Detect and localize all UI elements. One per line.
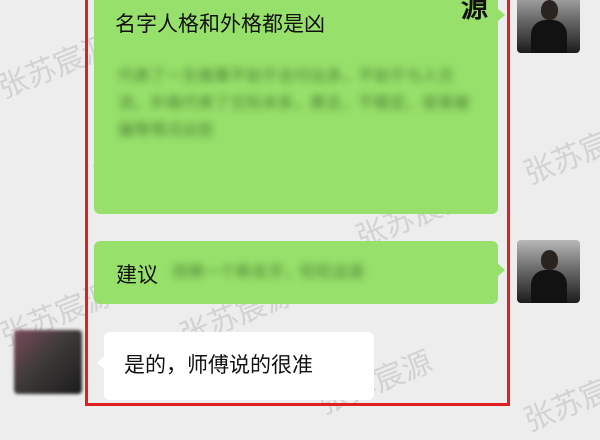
watermark: 张苏宸源 (519, 114, 600, 192)
message-bubble-outgoing[interactable]: 名字人格和外格都是凶 代表了一生做事不如于总付出多，不如于与人交流，外格代表了交… (94, 0, 505, 214)
chat-area: 张苏宸源 张苏宸源 张苏宸源 张苏宸源 张苏宸源 张苏宸源 张苏宸源 张苏宸源 … (0, 0, 600, 439)
sender-avatar[interactable] (517, 240, 580, 303)
bubble-tail (97, 356, 105, 370)
watermark: 张苏宸源 (519, 361, 600, 439)
message-text: 建议 (116, 263, 158, 287)
bubble-tail (497, 8, 505, 22)
blurred-message-text: 代表了一生做事不如于总付出多，不如于与人交流，外格代表了交际关系，察言，不稳定，… (118, 66, 471, 139)
message-bubble-incoming[interactable]: 是的，师傅说的很准 (97, 332, 374, 400)
blurred-message-text: 改换一个新名字，旺旺运道 (172, 262, 365, 281)
receiver-avatar[interactable] (14, 330, 82, 394)
sender-avatar[interactable] (517, 0, 580, 53)
message-text: 是的，师傅说的很准 (124, 353, 313, 377)
message-text: 名字人格和外格都是凶 (115, 12, 325, 36)
message-bubble-outgoing[interactable]: 建议 改换一个新名字，旺旺运道 (94, 241, 505, 304)
bubble-tail (497, 263, 505, 277)
